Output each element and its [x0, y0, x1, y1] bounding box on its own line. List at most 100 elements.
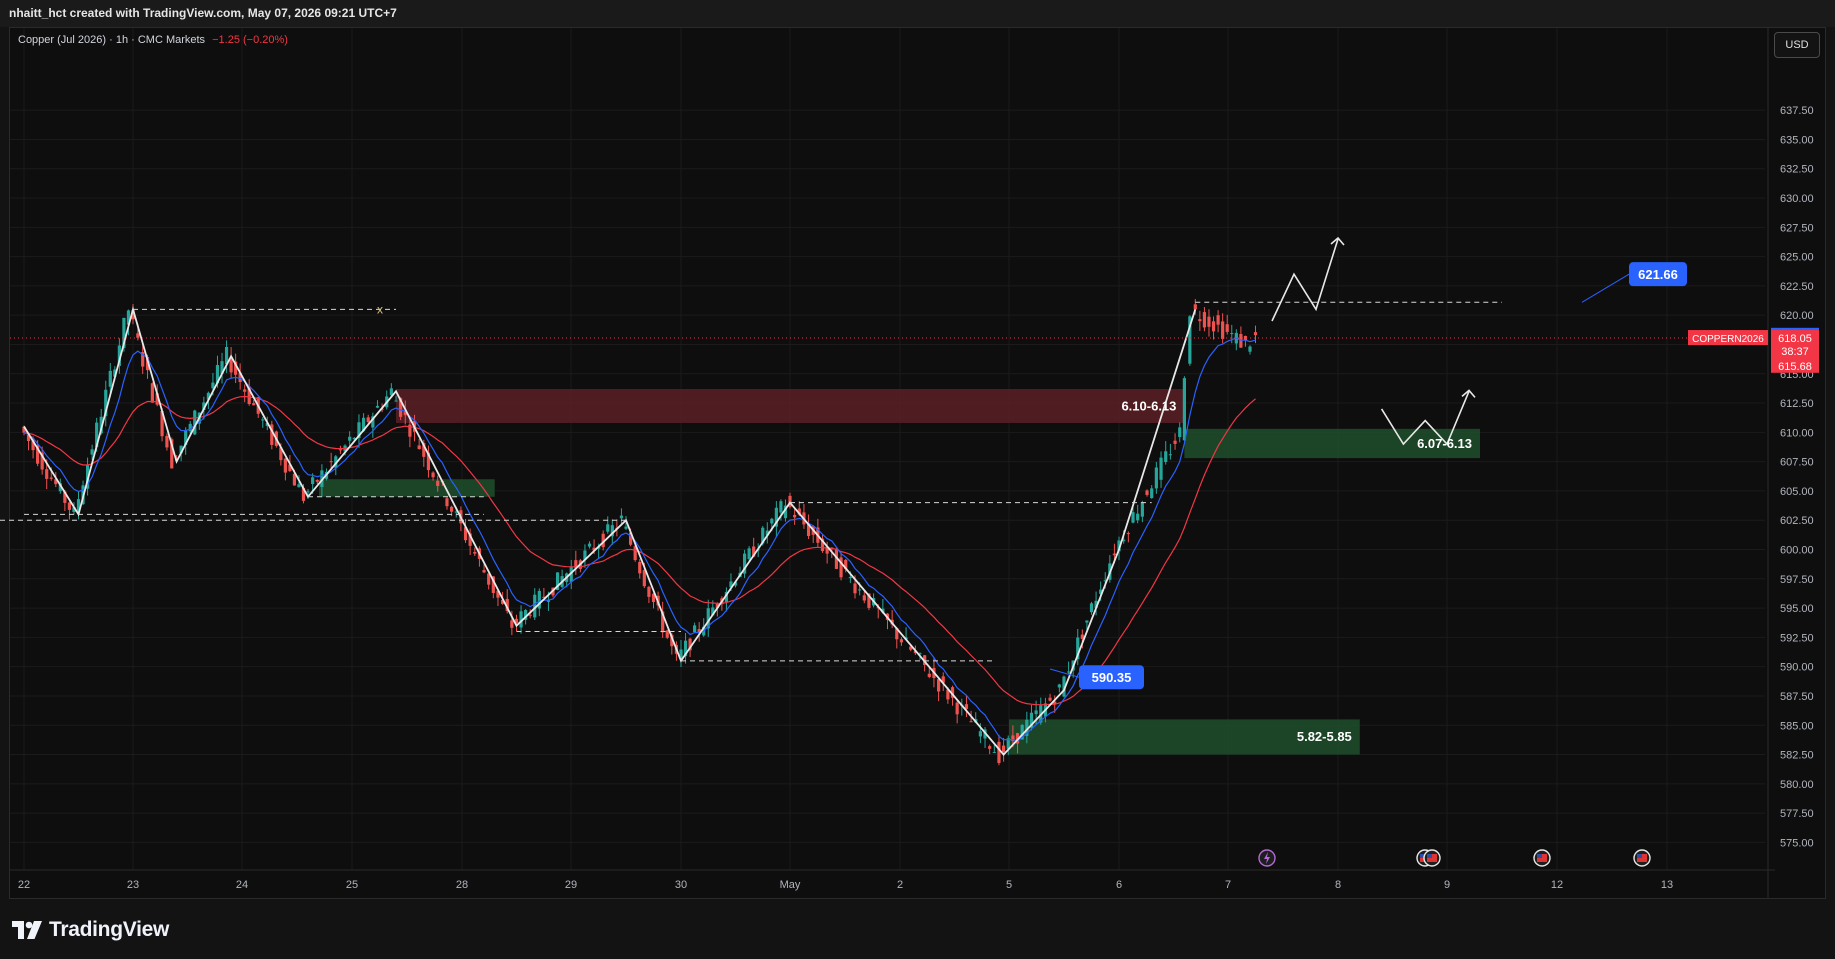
candle-body — [394, 400, 398, 402]
candle-body — [955, 702, 959, 715]
candle-body — [1202, 312, 1207, 328]
candle-body — [1178, 427, 1182, 437]
candle-body — [1198, 319, 1202, 322]
x-tick-label: 12 — [1551, 879, 1563, 891]
y-tick-label: 592.50 — [1780, 632, 1814, 644]
y-tick-label: 575.00 — [1780, 837, 1814, 849]
y-tick-label: 582.50 — [1780, 750, 1814, 762]
candle-body — [243, 389, 247, 392]
ema-slow-line — [23, 395, 1256, 706]
y-tick-label: 630.00 — [1780, 193, 1814, 205]
candle-body — [315, 480, 319, 482]
legend-symbol: Copper (Jul 2026) · 1h · CMC Markets — [18, 34, 206, 46]
candle-body — [1211, 321, 1216, 332]
candle-body — [1207, 316, 1211, 327]
candle-body — [1248, 346, 1252, 352]
candle-body — [436, 480, 440, 487]
candle-body — [1034, 710, 1038, 715]
candle-body — [1221, 321, 1225, 339]
candle-body — [1150, 488, 1154, 499]
tradingview-wordmark: TradingView — [49, 918, 170, 941]
candle-body — [67, 502, 72, 510]
candle-body — [1239, 334, 1243, 348]
legend-change: −1.25 (−0.20%) — [212, 34, 288, 46]
y-tick-label: 590.00 — [1780, 662, 1814, 674]
candle-body — [858, 589, 862, 591]
low-label: 590.35 — [1092, 670, 1132, 685]
y-tick-label: 625.00 — [1780, 252, 1814, 264]
candle-body — [899, 639, 904, 643]
footer — [0, 899, 1835, 959]
currency-button[interactable]: USD — [1774, 32, 1820, 58]
x-tick-label: 7 — [1225, 879, 1231, 891]
x-tick-label: 9 — [1444, 879, 1450, 891]
candle-body — [1140, 502, 1144, 517]
candle-body — [1225, 324, 1229, 332]
x-tick-label: 5 — [1006, 879, 1012, 891]
x-tick-label: May — [780, 879, 801, 891]
last-price-label: 618.05 — [1778, 333, 1812, 345]
x-tick-label: 29 — [565, 879, 577, 891]
candle-body — [482, 570, 486, 573]
candle-body — [49, 477, 53, 479]
candle-body — [693, 625, 697, 633]
y-tick-label: 600.00 — [1780, 545, 1814, 557]
candle-body — [150, 383, 154, 403]
candle-body — [252, 403, 256, 406]
candle-body — [1048, 697, 1052, 701]
candle-body — [1159, 457, 1163, 480]
x-tick-label: 2 — [897, 879, 903, 891]
x-tick-label: 8 — [1335, 879, 1341, 891]
candle-body — [642, 570, 646, 587]
candle-body — [306, 491, 310, 493]
y-tick-label: 580.00 — [1780, 779, 1814, 791]
flag-canton — [1637, 854, 1642, 858]
y-tick-label: 587.50 — [1780, 691, 1814, 703]
y-tick-label: 610.00 — [1780, 427, 1814, 439]
tradingview-logo[interactable]: TradingView — [12, 918, 169, 942]
candle-body — [1126, 533, 1130, 535]
y-tick-label: 637.50 — [1780, 105, 1814, 117]
y-tick-label: 585.00 — [1780, 720, 1814, 732]
y-tick-label: 635.00 — [1780, 134, 1814, 146]
price-chart[interactable]: 637.50 635.00 632.50 630.00 627.50 625.00 622.… — [0, 0, 1835, 899]
supply-zone — [396, 389, 1185, 423]
candle-body — [770, 518, 774, 524]
candle-body — [647, 586, 651, 597]
candle-body — [848, 577, 852, 579]
countdown-label: 38:37 — [1781, 346, 1809, 358]
low-price-label: 615.68 — [1778, 361, 1812, 373]
candle-body — [587, 543, 592, 547]
symbol-legend[interactable]: Copper (Jul 2026) · 1h · CMC Markets −1.… — [18, 34, 288, 46]
candle-body — [1002, 745, 1006, 753]
candle-body — [450, 506, 454, 512]
candle-body — [510, 620, 514, 628]
candle-body — [779, 501, 783, 513]
candle-body — [606, 524, 610, 532]
candle-body — [978, 731, 982, 737]
y-tick-label: 620.00 — [1780, 310, 1814, 322]
candle-body — [988, 746, 992, 749]
candle-body — [1164, 451, 1168, 462]
candle-body — [1193, 304, 1197, 310]
candle-body — [992, 752, 996, 754]
y-tick-label: 632.50 — [1780, 164, 1814, 176]
y-tick-label: 602.50 — [1780, 515, 1814, 527]
candle-body — [108, 370, 112, 387]
candle-body — [445, 498, 449, 507]
candle-body — [665, 630, 669, 638]
candle-body — [936, 679, 941, 692]
candle-body — [297, 484, 301, 488]
candle-body — [528, 614, 532, 616]
candle-body — [431, 472, 435, 478]
y-tick-label: 595.00 — [1780, 603, 1814, 615]
candle-body — [283, 458, 287, 473]
candle-body — [311, 477, 315, 484]
projection-path — [1271, 238, 1339, 322]
candle-body — [366, 417, 370, 423]
candle-body — [1066, 671, 1071, 673]
candle-body — [862, 595, 866, 601]
candle-body — [927, 673, 931, 677]
demand-zone-label: 6.07-6.13 — [1417, 436, 1472, 451]
candle-body — [1131, 512, 1135, 523]
